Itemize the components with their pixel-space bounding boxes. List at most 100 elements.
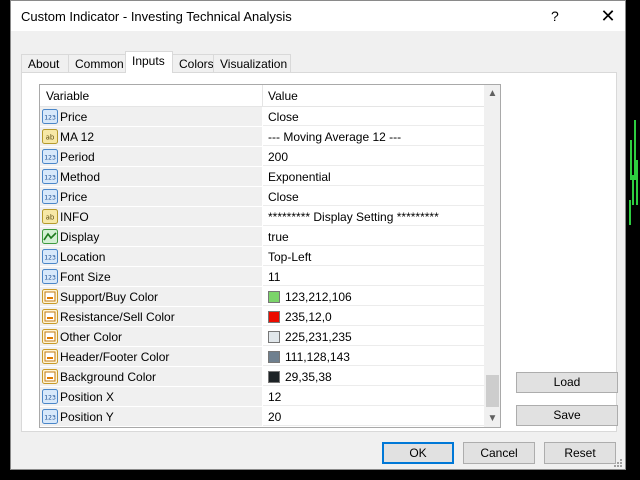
boolean-icon — [42, 229, 58, 244]
variable-cell: Header/Footer Color — [40, 347, 262, 366]
value-cell[interactable]: ********* Display Setting ********* — [263, 207, 484, 226]
load-button[interactable]: Load — [516, 372, 618, 393]
scroll-thumb[interactable] — [486, 375, 499, 407]
tab-visualization[interactable]: Visualization — [213, 54, 291, 73]
tab-about[interactable]: About — [21, 54, 69, 73]
value-cell[interactable]: Top-Left — [263, 247, 484, 266]
color-swatch[interactable] — [268, 331, 280, 343]
variable-value[interactable]: 12 — [268, 390, 281, 404]
variable-name: Resistance/Sell Color — [60, 310, 175, 324]
number-icon: 123 — [42, 149, 58, 164]
value-cell[interactable]: 235,12,0 — [263, 307, 484, 326]
color-swatch[interactable] — [268, 371, 280, 383]
variable-name: Position Y — [60, 410, 114, 424]
grid-row[interactable]: 123 Price Close — [40, 187, 484, 207]
close-button[interactable]: ✕ — [593, 4, 623, 28]
value-cell[interactable]: --- Moving Average 12 --- — [263, 127, 484, 146]
variable-value[interactable]: ********* Display Setting ********* — [268, 210, 439, 224]
value-cell[interactable]: Exponential — [263, 167, 484, 186]
text-icon: ab — [42, 129, 58, 144]
save-button[interactable]: Save — [516, 405, 618, 426]
tab-common[interactable]: Common — [68, 54, 126, 73]
column-header-variable[interactable]: Variable — [46, 89, 89, 103]
chart-candle — [630, 140, 632, 180]
variable-value[interactable]: 123,212,106 — [285, 290, 352, 304]
svg-text:123: 123 — [44, 194, 56, 202]
grid-row[interactable]: Header/Footer Color 111,128,143 — [40, 347, 484, 367]
value-cell[interactable]: 111,128,143 — [263, 347, 484, 366]
grid-row[interactable]: 123 Method Exponential — [40, 167, 484, 187]
variable-value[interactable]: Exponential — [268, 170, 331, 184]
grid-row[interactable]: Background Color 29,35,38 — [40, 367, 484, 387]
variable-cell: 123 Location — [40, 247, 262, 266]
svg-text:123: 123 — [44, 114, 56, 122]
variable-value[interactable]: 235,12,0 — [285, 310, 332, 324]
cancel-button[interactable]: Cancel — [463, 442, 535, 464]
inputs-panel: Variable Value 123 Price Close ab MA 12 --- M… — [21, 72, 618, 432]
variable-name: Font Size — [60, 270, 111, 284]
variable-value[interactable]: --- Moving Average 12 --- — [268, 130, 401, 144]
chart-background-left — [0, 0, 10, 480]
help-button[interactable]: ? — [551, 8, 559, 24]
value-cell[interactable]: 123,212,106 — [263, 287, 484, 306]
value-cell[interactable]: true — [263, 227, 484, 246]
color-swatch[interactable] — [268, 311, 280, 323]
svg-text:ab: ab — [46, 214, 55, 222]
grid-row[interactable]: 123 Position X 12 — [40, 387, 484, 407]
vertical-scrollbar[interactable]: ▲ ▼ — [484, 85, 500, 427]
variable-value[interactable]: 11 — [268, 270, 280, 284]
column-header-value[interactable]: Value — [268, 89, 298, 103]
variable-cell: Resistance/Sell Color — [40, 307, 262, 326]
variable-value[interactable]: 225,231,235 — [285, 330, 352, 344]
value-cell[interactable]: 29,35,38 — [263, 367, 484, 386]
scroll-up-arrow-icon[interactable]: ▲ — [484, 85, 500, 102]
grid-row[interactable]: 123 Font Size 11 — [40, 267, 484, 287]
tab-colors[interactable]: Colors — [172, 54, 214, 73]
color-swatch[interactable] — [268, 291, 280, 303]
variable-name: Period — [60, 150, 95, 164]
grid-row[interactable]: Other Color 225,231,235 — [40, 327, 484, 347]
color-swatch[interactable] — [268, 351, 280, 363]
variable-cell: 123 Period — [40, 147, 262, 166]
color-icon — [42, 329, 58, 344]
tab-inputs[interactable]: Inputs — [125, 51, 173, 73]
variable-cell: 123 Method — [40, 167, 262, 186]
value-cell[interactable]: 20 — [263, 407, 484, 426]
grid-row[interactable]: 123 Price Close — [40, 107, 484, 127]
variable-value[interactable]: Close — [268, 110, 299, 124]
grid-row[interactable]: ab MA 12 --- Moving Average 12 --- — [40, 127, 484, 147]
grid-row[interactable]: 123 Location Top-Left — [40, 247, 484, 267]
ok-button[interactable]: OK — [382, 442, 454, 464]
grid-row[interactable]: Support/Buy Color 123,212,106 — [40, 287, 484, 307]
grid-row[interactable]: 123 Position Y 20 — [40, 407, 484, 427]
scroll-down-arrow-icon[interactable]: ▼ — [484, 410, 500, 427]
variable-value[interactable]: 200 — [268, 150, 288, 164]
variable-cell: ab MA 12 — [40, 127, 262, 146]
inputs-grid: Variable Value 123 Price Close ab MA 12 --- M… — [39, 84, 501, 428]
value-cell[interactable]: 11 — [263, 267, 484, 286]
variable-name: Display — [60, 230, 100, 244]
value-cell[interactable]: Close — [263, 187, 484, 206]
column-separator[interactable] — [262, 85, 263, 107]
value-cell[interactable]: 200 — [263, 147, 484, 166]
variable-value[interactable]: 29,35,38 — [285, 370, 332, 384]
variable-value[interactable]: Top-Left — [268, 250, 311, 264]
variable-value[interactable]: 111,128,143 — [285, 350, 350, 364]
variable-value[interactable]: true — [268, 230, 289, 244]
grid-row[interactable]: 123 Period 200 — [40, 147, 484, 167]
reset-button[interactable]: Reset — [544, 442, 616, 464]
grid-header: Variable Value — [40, 85, 484, 107]
resize-grip-icon[interactable] — [611, 456, 623, 468]
grid-row[interactable]: ab INFO ********* Display Setting ********… — [40, 207, 484, 227]
value-cell[interactable]: 225,231,235 — [263, 327, 484, 346]
variable-value[interactable]: Close — [268, 190, 299, 204]
variable-name: INFO — [60, 210, 89, 224]
value-cell[interactable]: 12 — [263, 387, 484, 406]
value-cell[interactable]: Close — [263, 107, 484, 126]
grid-row[interactable]: Resistance/Sell Color 235,12,0 — [40, 307, 484, 327]
chart-background-right — [626, 0, 640, 480]
number-icon: 123 — [42, 409, 58, 424]
variable-value[interactable]: 20 — [268, 410, 281, 424]
variable-name: Method — [60, 170, 101, 184]
grid-row[interactable]: Display true — [40, 227, 484, 247]
